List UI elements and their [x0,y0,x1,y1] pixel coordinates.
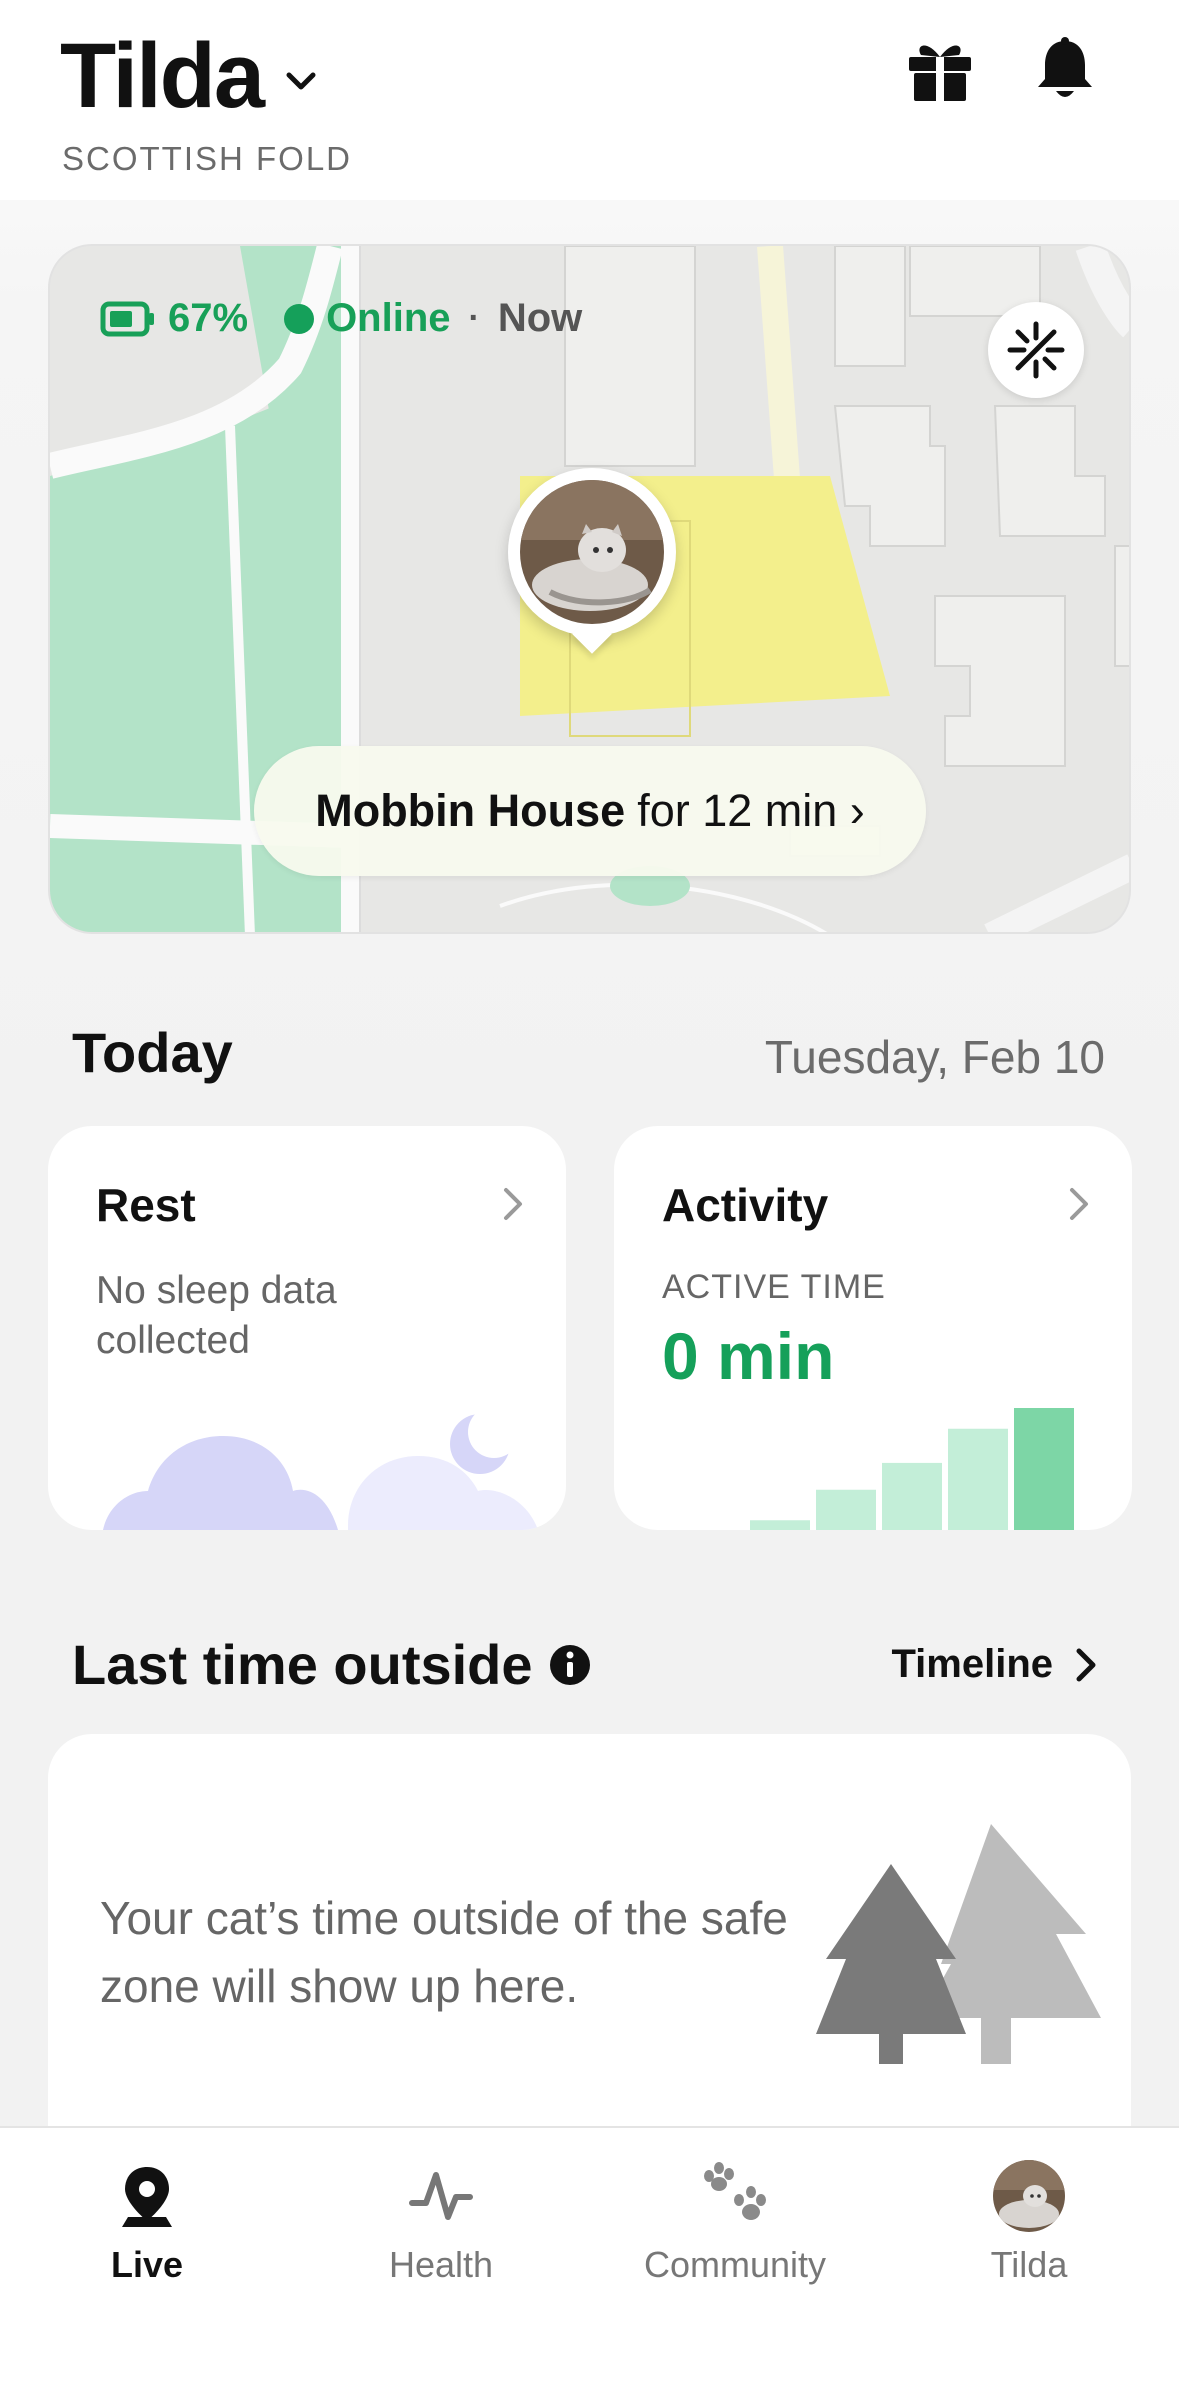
nav-label-live: Live [110,2244,184,2285]
pet-avatar [993,2160,1065,2232]
location-pin-icon [109,2158,185,2234]
nav-pet-profile[interactable]: Tilda [882,2158,1176,2286]
nav-live[interactable]: Live [0,2158,294,2286]
activity-bar [948,1428,1008,1530]
chevron-right-icon [1070,1188,1088,1220]
nav-label-community: Community [643,2244,827,2285]
timeline-link[interactable]: Timeline [891,1642,1099,1687]
chevron-right-icon [1076,1648,1096,1681]
current-place-chip[interactable]: Mobbin House for 12 min › [254,746,926,876]
connection-status: Online [326,296,451,340]
battery-level: 67% [168,296,249,340]
trees-illustration [816,1824,1101,2064]
activity-bar [882,1462,942,1530]
active-time-value: 0 min [662,1319,835,1393]
outside-title: Last time outside [72,1633,533,1696]
timeline-label: Timeline [891,1642,1053,1686]
activity-title: Activity [662,1179,829,1231]
live-map[interactable]: 67% Online · Now Mobbin House for 12 min… [48,244,1131,934]
outside-message: Your cat’s time outside of the safe zone… [100,1892,788,2012]
activity-bar [1014,1408,1074,1530]
today-heading: Today [72,1021,233,1084]
pet-location-pin[interactable] [508,468,676,636]
bottom-navigation: Live Health Community Tilda [0,2126,1179,2396]
recenter-button[interactable] [988,302,1084,398]
gift-icon[interactable] [905,35,975,105]
rest-message: No sleep data collected [96,1269,337,1362]
nav-label-health: Health [388,2244,494,2285]
separator: · [468,299,480,337]
chevron-right-icon [504,1188,522,1220]
rest-card[interactable]: Rest No sleep data collected [48,1126,566,1530]
outside-card: Your cat’s time outside of the safe zone… [48,1734,1131,2134]
pet-breed: SCOTTISH FOLD [62,140,353,177]
pet-photo [520,480,664,624]
recenter-icon [1007,321,1065,379]
today-date: Tuesday, Feb 10 [764,1031,1105,1083]
pet-name[interactable]: Tilda [60,30,265,122]
bell-icon[interactable] [1030,35,1100,105]
activity-card[interactable]: Activity ACTIVE TIME 0 min [614,1126,1132,1530]
active-time-label: ACTIVE TIME [662,1268,886,1306]
activity-bar [816,1489,876,1530]
paw-icon [697,2158,773,2234]
nav-health[interactable]: Health [294,2158,588,2286]
header: Tilda SCOTTISH FOLD [0,0,1179,200]
pet-avatar-wrap [991,2158,1067,2234]
nav-community[interactable]: Community [588,2158,882,2286]
device-status: 67% Online · Now [100,296,582,341]
last-updated: Now [497,296,583,340]
place-duration: for 12 min › [637,785,865,836]
pet-selector[interactable]: Tilda [60,30,321,122]
nav-label-tilda: Tilda [990,2244,1068,2285]
place-name: Mobbin House [315,785,626,836]
rest-title: Rest [96,1179,196,1231]
online-dot [284,303,315,334]
activity-bar [750,1520,810,1530]
battery-icon [100,301,154,336]
info-icon[interactable] [549,1644,591,1686]
chevron-down-icon[interactable] [281,61,321,101]
pulse-icon [403,2158,479,2234]
outside-heading: Last time outside [72,1632,591,1697]
